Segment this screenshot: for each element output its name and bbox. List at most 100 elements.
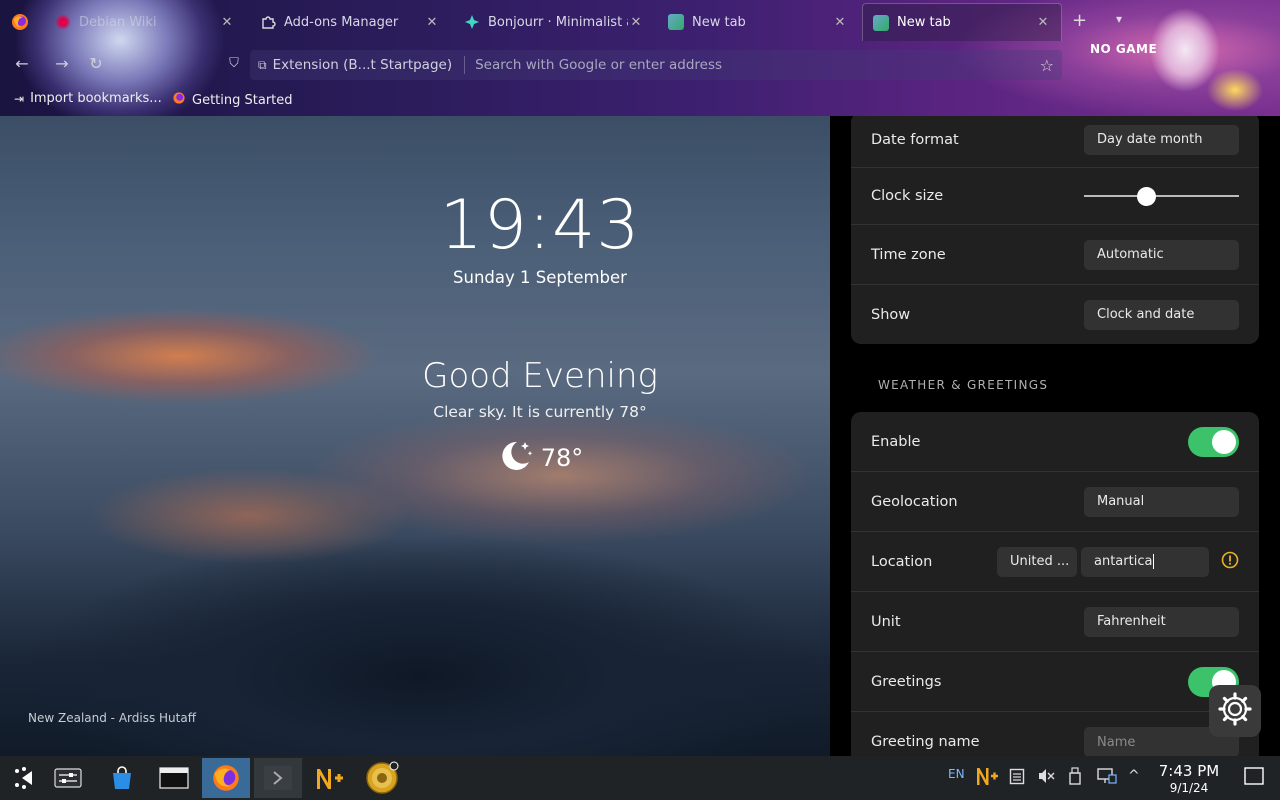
tab-close-icon[interactable]: ✕ xyxy=(219,15,235,30)
tab-close-icon[interactable]: ✕ xyxy=(628,15,644,30)
system-time: 7:43 PM xyxy=(1158,762,1220,780)
setting-show: Show Clock and date xyxy=(851,285,1259,344)
moon-stars-icon xyxy=(497,438,533,478)
tab-new-tab[interactable]: New tab ✕ xyxy=(658,3,858,41)
tab-list-chevron-icon[interactable]: ▾ xyxy=(1116,12,1122,26)
tab-title: Debian Wiki xyxy=(79,14,157,30)
extension-icon: ⧉ xyxy=(258,57,267,72)
address-placeholder: Search with Google or enter address xyxy=(475,57,723,73)
show-desktop-icon[interactable] xyxy=(1244,767,1264,789)
tab-close-icon[interactable]: ✕ xyxy=(424,15,440,30)
notepad-plus-icon[interactable] xyxy=(306,758,354,798)
system-clock[interactable]: 7:43 PM 9/1/24 xyxy=(1150,762,1228,795)
slider-track xyxy=(1084,195,1239,197)
tab-close-icon[interactable]: ✕ xyxy=(1035,15,1051,30)
setting-date-format: Date format Day date month xyxy=(851,116,1259,168)
tab-addons-manager[interactable]: Add-ons Manager ✕ xyxy=(250,3,450,41)
bonjourr-icon xyxy=(668,14,684,30)
reload-icon[interactable]: ↻ xyxy=(84,52,108,76)
gear-icon xyxy=(1218,692,1252,730)
setting-time-zone: Time zone Automatic xyxy=(851,225,1259,285)
firefox-menu-icon[interactable] xyxy=(10,12,30,36)
bookmark-import[interactable]: ⇥ Import bookmarks... xyxy=(14,91,162,106)
setting-greeting-name: Greeting name Name xyxy=(851,712,1259,756)
temperature-value: 78° xyxy=(540,444,584,472)
network-icon[interactable] xyxy=(1097,767,1117,789)
bookmark-label: Import bookmarks... xyxy=(30,91,162,106)
clock-display: 19:43 xyxy=(439,186,641,265)
bookmark-star-icon[interactable]: ☆ xyxy=(1040,56,1054,75)
volume-muted-icon[interactable] xyxy=(1037,767,1055,789)
tab-title: New tab xyxy=(897,15,951,30)
keyboard-layout-indicator[interactable]: EN xyxy=(948,767,965,781)
setting-label: Enable xyxy=(871,433,921,450)
usb-device-icon[interactable] xyxy=(1068,767,1082,789)
show-select[interactable]: Clock and date xyxy=(1084,299,1239,330)
bonjourr-icon xyxy=(464,14,480,30)
new-tab-button[interactable]: + xyxy=(1072,10,1087,31)
setting-geolocation: Geolocation Manual xyxy=(851,472,1259,532)
bookmark-getting-started[interactable]: Getting Started xyxy=(172,91,293,109)
gold-coin-icon[interactable] xyxy=(358,758,406,798)
toggle-knob xyxy=(1212,429,1236,454)
taskbar: EN ^ 7:43 PM 9/1/24 xyxy=(0,756,1280,800)
tracking-shield-icon[interactable]: ⛉ xyxy=(222,52,246,76)
firefox-icon xyxy=(172,91,186,109)
app-launcher-icon[interactable] xyxy=(0,758,48,798)
back-arrow-icon[interactable]: ← xyxy=(10,52,34,76)
tab-debian-wiki[interactable]: Debian Wiki ✕ xyxy=(45,3,245,41)
system-date: 9/1/24 xyxy=(1169,781,1209,795)
setting-location: Location United ... antartica xyxy=(851,532,1259,592)
time-zone-select[interactable]: Automatic xyxy=(1084,239,1239,270)
city-input-value: antartica xyxy=(1094,554,1153,569)
geolocation-select[interactable]: Manual xyxy=(1084,486,1239,517)
tab-bonjourr[interactable]: Bonjourr · Minimalist a ✕ xyxy=(454,3,654,41)
enable-toggle[interactable] xyxy=(1188,426,1239,457)
setting-label: Location xyxy=(871,553,933,570)
country-select[interactable]: United ... xyxy=(997,546,1077,577)
setting-label: Greeting name xyxy=(871,734,980,750)
photo-credit[interactable]: New Zealand - Ardiss Hutaff xyxy=(28,711,196,725)
warning-icon xyxy=(1221,551,1239,573)
puzzle-icon xyxy=(260,14,276,30)
forward-arrow-icon[interactable]: → xyxy=(50,52,74,76)
tab-bar: Debian Wiki ✕ Add-ons Manager ✕ Bonjourr… xyxy=(0,0,1280,44)
import-icon: ⇥ xyxy=(14,91,25,106)
setting-unit: Unit Fahrenheit xyxy=(851,592,1259,652)
unit-select[interactable]: Fahrenheit xyxy=(1084,606,1239,637)
section-title-weather: WEATHER & GREETINGS xyxy=(878,378,1049,392)
setting-label: Time zone xyxy=(871,246,946,263)
setting-clock-size: Clock size xyxy=(851,168,1259,225)
bookmarks-toolbar: ⇥ Import bookmarks... Getting Started xyxy=(0,86,1280,114)
weather-summary: 78° xyxy=(0,438,830,478)
settings-button[interactable] xyxy=(1209,685,1261,737)
clipboard-icon[interactable] xyxy=(1009,767,1025,789)
navigation-bar: ← → ↻ ⛉ ⧉ Extension (B...t Startpage) Se… xyxy=(0,44,1280,84)
firefox-icon[interactable] xyxy=(202,758,250,798)
date-display: Sunday 1 September xyxy=(453,268,627,287)
bookmark-label: Getting Started xyxy=(192,92,293,108)
slider-thumb[interactable] xyxy=(1136,187,1156,206)
terminal-window-icon[interactable] xyxy=(150,758,198,798)
clock-size-slider[interactable] xyxy=(1084,186,1239,206)
setting-label: Unit xyxy=(871,613,901,630)
weather-description: Clear sky. It is currently 78° xyxy=(433,403,647,421)
notepad-plus-tray-icon[interactable] xyxy=(975,765,999,791)
tab-new-tab-active[interactable]: New tab ✕ xyxy=(862,3,1062,41)
address-bar[interactable]: ⧉ Extension (B...t Startpage) Search wit… xyxy=(250,50,1062,80)
address-chip: Extension (B...t Startpage) xyxy=(272,57,453,73)
setting-label: Clock size xyxy=(871,188,944,204)
tab-title: Add-ons Manager xyxy=(284,14,399,30)
city-input[interactable]: antartica xyxy=(1081,546,1209,577)
tray-expand-chevron-icon[interactable]: ^ xyxy=(1128,768,1140,784)
system-settings-icon[interactable] xyxy=(44,758,92,798)
debian-icon xyxy=(55,14,71,30)
new-tab-background: 19:43 Sunday 1 September Good Evening Cl… xyxy=(0,116,830,756)
weather-settings-card: Enable Geolocation Manual Location Unite… xyxy=(851,412,1259,756)
tab-close-icon[interactable]: ✕ xyxy=(832,15,848,30)
discover-store-icon[interactable] xyxy=(98,758,146,798)
konsole-icon[interactable] xyxy=(254,758,302,798)
setting-greetings: Greetings xyxy=(851,652,1259,712)
date-format-select[interactable]: Day date month xyxy=(1084,124,1239,155)
tab-title: New tab xyxy=(692,14,746,30)
